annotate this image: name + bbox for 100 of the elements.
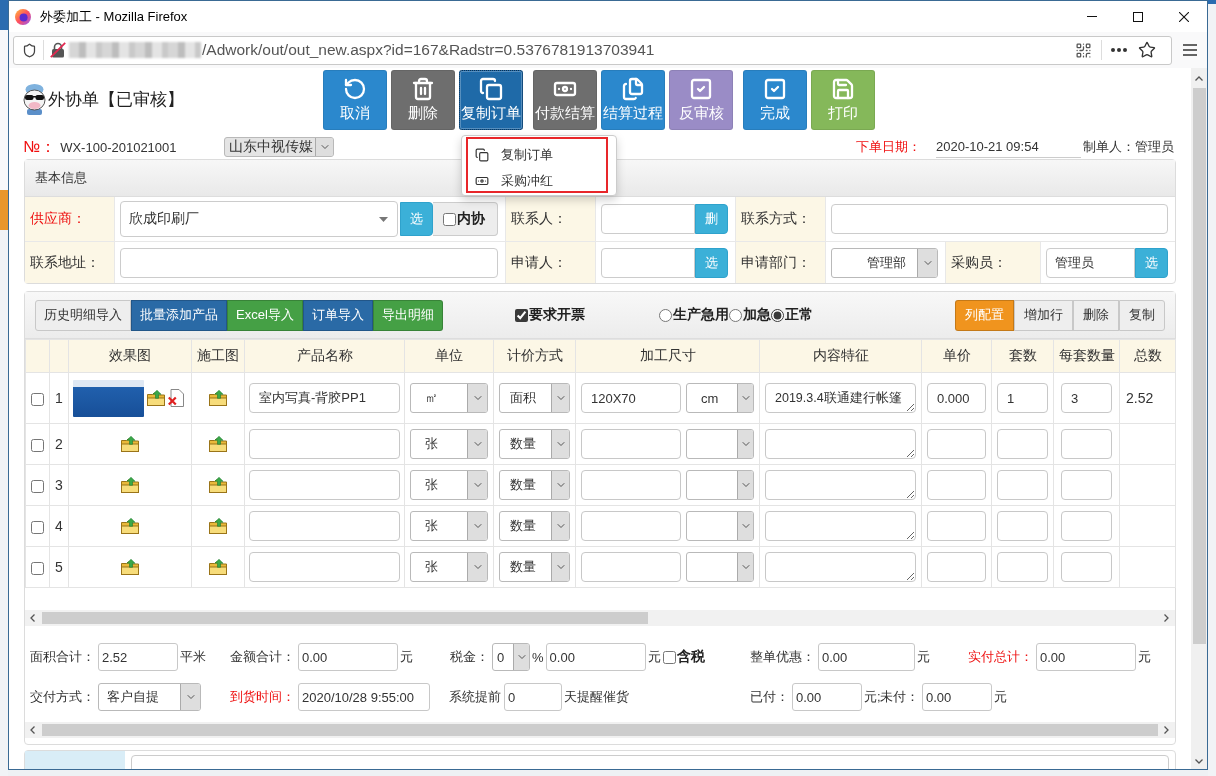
text-field[interactable]	[997, 552, 1048, 582]
dropdown-select[interactable]: 张	[410, 429, 488, 459]
close-icon[interactable]	[1179, 11, 1189, 22]
row-checkbox[interactable]	[31, 438, 44, 452]
text-field[interactable]	[601, 204, 695, 234]
vertical-scrollbar[interactable]	[1191, 68, 1207, 769]
folder-upload-icon[interactable]	[209, 436, 227, 452]
text-field[interactable]	[997, 470, 1048, 500]
text-field[interactable]	[1061, 511, 1112, 541]
toolbar-button[interactable]: 增加行	[1014, 299, 1073, 331]
folder-upload-icon[interactable]	[121, 477, 139, 493]
dropdown-select[interactable]: 数量	[499, 429, 570, 459]
radio-button[interactable]	[728, 308, 742, 322]
radio-button[interactable]	[770, 308, 784, 322]
folder-upload-icon[interactable]	[121, 436, 139, 452]
toolbar-button[interactable]: 复制订单	[459, 70, 523, 130]
text-field[interactable]: 管理员	[1046, 247, 1135, 278]
text-field[interactable]: 0	[504, 683, 562, 711]
text-field[interactable]	[1061, 470, 1112, 500]
toolbar-button[interactable]: 批量添加产品	[131, 299, 227, 331]
text-area[interactable]	[765, 511, 916, 541]
row-checkbox[interactable]	[31, 392, 44, 406]
text-field[interactable]	[249, 511, 400, 541]
toolbar-button[interactable]: 付款结算	[533, 70, 597, 130]
row-checkbox[interactable]	[31, 479, 44, 493]
rate-select[interactable]: 0	[492, 643, 530, 671]
text-field[interactable]: 0.00	[298, 643, 398, 671]
dropdown-select[interactable]: 张	[410, 511, 488, 541]
menu-icon[interactable]	[1183, 44, 1197, 56]
supplier-select[interactable]: 欣成印刷厂	[120, 201, 398, 237]
dropdown-select[interactable]	[686, 429, 754, 459]
text-field[interactable]: 0.000	[927, 383, 986, 413]
menu-item[interactable]: 复制订单	[462, 142, 616, 168]
text-field[interactable]	[927, 552, 986, 582]
row-checkbox[interactable]	[31, 520, 44, 534]
toolbar-button[interactable]: 结算过程	[601, 70, 665, 130]
scroll-left-icon[interactable]	[30, 726, 35, 734]
text-area[interactable]: 2019.3.4联通建行帐篷	[765, 383, 916, 413]
text-field[interactable]: 0.00	[818, 643, 915, 671]
row-checkbox[interactable]	[31, 561, 44, 575]
text-field[interactable]: 1	[997, 383, 1048, 413]
toolbar-button[interactable]: 删除	[391, 70, 455, 130]
scrollbar-thumb[interactable]	[1192, 88, 1206, 644]
folder-upload-icon[interactable]	[121, 559, 139, 575]
dropdown-select[interactable]: 客户自提	[98, 683, 201, 711]
text-field[interactable]: 0.00	[792, 683, 862, 711]
text-field[interactable]	[831, 204, 1168, 234]
text-field[interactable]: 2.52	[98, 643, 178, 671]
horizontal-scrollbar[interactable]	[25, 722, 1175, 738]
folder-upload-icon[interactable]	[209, 559, 227, 575]
file-delete-icon[interactable]	[168, 389, 184, 407]
scroll-right-icon[interactable]	[1164, 726, 1169, 734]
more-icon[interactable]	[1111, 48, 1127, 52]
dropdown-select[interactable]	[686, 470, 754, 500]
star-icon[interactable]	[1138, 41, 1156, 59]
shield-icon[interactable]	[22, 42, 37, 58]
horizontal-scrollbar[interactable]	[25, 610, 1175, 626]
text-field[interactable]	[249, 552, 400, 582]
text-field[interactable]: 0.00	[922, 683, 992, 711]
crossed-lock-icon[interactable]	[50, 42, 66, 58]
text-field[interactable]: 2020/10/28 9:55:00	[298, 683, 430, 711]
toolbar-button[interactable]: 取消	[323, 70, 387, 130]
radio-button[interactable]	[658, 308, 672, 322]
text-field[interactable]: 0.00	[1036, 643, 1136, 671]
dropdown-select[interactable]: 数量	[499, 470, 570, 500]
qr-code-icon[interactable]	[1075, 41, 1092, 59]
text-field[interactable]	[997, 511, 1048, 541]
folder-upload-icon[interactable]	[209, 518, 227, 534]
dropdown-select[interactable]	[686, 552, 754, 582]
text-field[interactable]	[249, 470, 400, 500]
dropdown-select[interactable]: 张	[410, 470, 488, 500]
maximize-icon[interactable]	[1133, 11, 1143, 22]
toolbar-button[interactable]: 删除	[1073, 299, 1119, 331]
checkbox[interactable]	[514, 308, 528, 322]
scrollbar-thumb[interactable]	[42, 724, 1158, 736]
folder-upload-icon[interactable]	[209, 390, 227, 406]
dropdown-select[interactable]	[686, 511, 754, 541]
toolbar-button[interactable]: 完成	[743, 70, 807, 130]
text-field[interactable]	[581, 470, 681, 500]
dropdown-select[interactable]: 张	[410, 552, 488, 582]
toolbar-button[interactable]: 订单导入	[302, 299, 373, 331]
text-field[interactable]: 3	[1061, 383, 1112, 413]
menu-item[interactable]: 采购冲红	[462, 168, 616, 194]
dropdown-select[interactable]: 数量	[499, 552, 570, 582]
checkbox[interactable]	[443, 212, 456, 226]
scroll-left-icon[interactable]	[30, 614, 35, 622]
text-field[interactable]	[581, 429, 681, 459]
folder-upload-icon[interactable]	[121, 518, 139, 534]
dropdown-select[interactable]: 面积	[499, 383, 570, 413]
text-field[interactable]	[927, 429, 986, 459]
toolbar-button[interactable]: 复制	[1119, 299, 1165, 331]
text-field[interactable]	[927, 511, 986, 541]
address-field[interactable]: /Adwork/out/out_new.aspx?id=167&Radstr=0.5376781913703941	[13, 35, 1172, 65]
toolbar-button[interactable]: 历史明细导入	[35, 299, 131, 331]
scroll-up-icon[interactable]	[1195, 76, 1203, 81]
text-field[interactable]	[997, 429, 1048, 459]
text-field[interactable]	[249, 429, 400, 459]
text-field[interactable]	[1061, 429, 1112, 459]
folder-upload-icon[interactable]	[209, 477, 227, 493]
dropdown-select[interactable]: 数量	[499, 511, 570, 541]
